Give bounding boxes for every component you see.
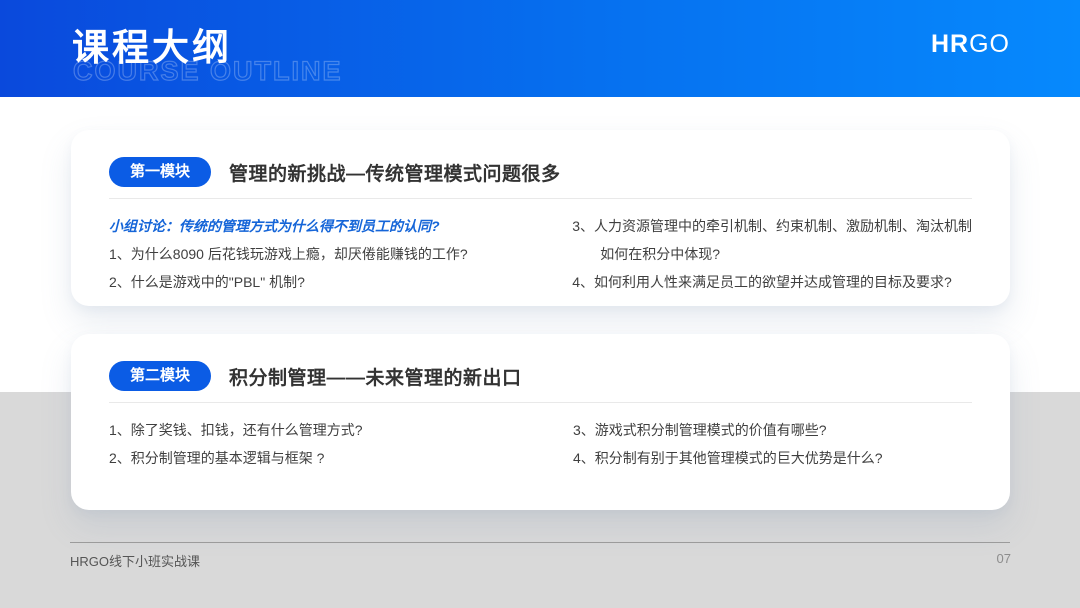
hrgo-logo-light: GO [969,30,1010,58]
module-2-question-3: 3、游戏式积分制管理模式的价值有哪些? [573,416,972,444]
module-1-body: 小组讨论：传统的管理方式为什么得不到员工的认同? 1、为什么8090 后花钱玩游… [109,212,972,296]
module-2-badge: 第二模块 [109,361,211,391]
hrgo-logo: HRGO [931,30,1010,59]
module-2-divider [109,402,972,403]
footer-course-name: HRGO线下小班实战课 [70,551,200,570]
module-1-card: 第一模块 管理的新挑战—传统管理模式问题很多 小组讨论：传统的管理方式为什么得不… [71,130,1010,306]
module-1-question-1: 1、为什么8090 后花钱玩游戏上瘾，却厌倦能赚钱的工作? [109,240,560,268]
module-1-divider [109,198,972,199]
page-title-watermark: COURSE OUTLINE [73,56,343,87]
module-2-left-column: 1、除了奖钱、扣钱，还有什么管理方式? 2、积分制管理的基本逻辑与框架 ? [109,416,561,472]
module-2-header: 第二模块 积分制管理——未来管理的新出口 [109,361,972,391]
module-2-title: 积分制管理——未来管理的新出口 [229,363,522,390]
module-2-card: 第二模块 积分制管理——未来管理的新出口 1、除了奖钱、扣钱，还有什么管理方式?… [71,334,1010,510]
module-1-question-3-continued: 如何在积分中体现? [572,240,972,268]
footer-page-number: 07 [997,551,1011,566]
module-1-badge: 第一模块 [109,157,211,187]
header-banner: 课程大纲 COURSE OUTLINE HRGO [0,0,1080,97]
module-1-discussion-line: 小组讨论：传统的管理方式为什么得不到员工的认同? [109,212,560,240]
module-2-question-4: 4、积分制有别于其他管理模式的巨大优势是什么? [573,444,972,472]
module-1-right-column: 3、人力资源管理中的牵引机制、约束机制、激励机制、淘汰机制 如何在积分中体现? … [560,212,972,296]
module-1-question-3: 3、人力资源管理中的牵引机制、约束机制、激励机制、淘汰机制 [572,212,972,240]
module-2-body: 1、除了奖钱、扣钱，还有什么管理方式? 2、积分制管理的基本逻辑与框架 ? 3、… [109,416,972,472]
module-2-right-column: 3、游戏式积分制管理模式的价值有哪些? 4、积分制有别于其他管理模式的巨大优势是… [561,416,972,472]
module-2-question-1: 1、除了奖钱、扣钱，还有什么管理方式? [109,416,561,444]
footer-divider [70,542,1010,543]
module-1-question-4: 4、如何利用人性来满足员工的欲望并达成管理的目标及要求? [572,268,972,296]
module-1-title: 管理的新挑战—传统管理模式问题很多 [229,159,561,186]
module-1-header: 第一模块 管理的新挑战—传统管理模式问题很多 [109,157,972,187]
module-1-question-2: 2、什么是游戏中的"PBL" 机制? [109,268,560,296]
module-1-left-column: 小组讨论：传统的管理方式为什么得不到员工的认同? 1、为什么8090 后花钱玩游… [109,212,560,296]
module-2-question-2: 2、积分制管理的基本逻辑与框架 ? [109,444,561,472]
hrgo-logo-bold: HR [931,30,969,58]
course-outline-slide: 课程大纲 COURSE OUTLINE HRGO 第一模块 管理的新挑战—传统管… [0,0,1080,608]
